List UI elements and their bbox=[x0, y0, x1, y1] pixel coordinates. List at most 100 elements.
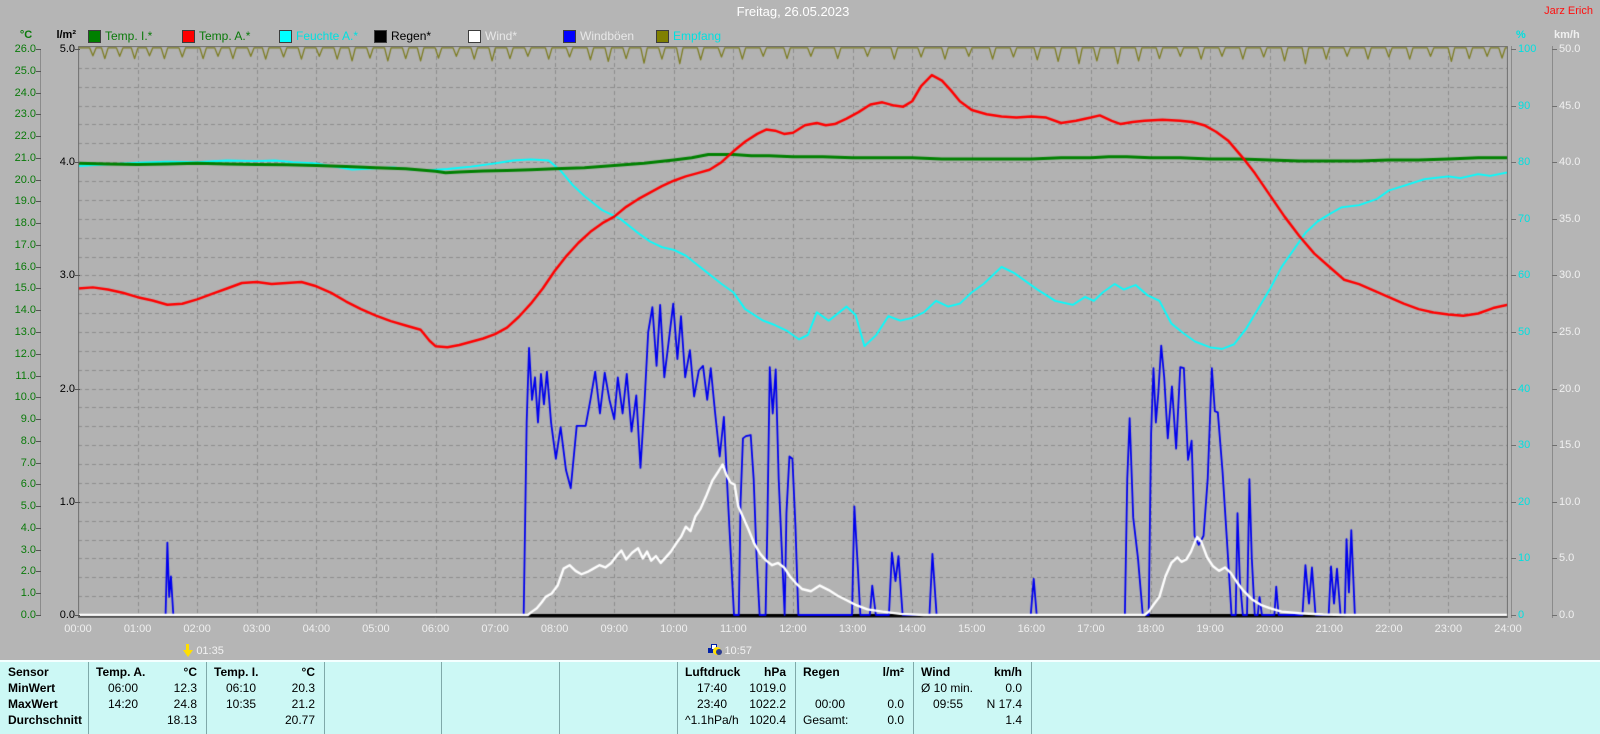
x-axis-hour-label: 06:00 bbox=[421, 623, 450, 635]
temp_c-tick bbox=[36, 419, 41, 421]
table-cell-value: 0.0 bbox=[1005, 681, 1022, 695]
temp_c-tick-label: 15.0 bbox=[14, 282, 36, 295]
humidity_pct-tick-label: 40 bbox=[1518, 382, 1531, 395]
table-column-header: Wind km/h bbox=[913, 664, 1031, 680]
table-column-header: Temp. A. °C bbox=[88, 664, 206, 680]
temp_c-tick bbox=[36, 288, 41, 290]
wind_kmh-tick-label: 20.0 bbox=[1559, 382, 1581, 395]
x-axis-hour-label: 15:00 bbox=[957, 623, 986, 635]
humidity_pct-tick bbox=[1511, 218, 1516, 220]
temp_c-tick bbox=[36, 70, 41, 72]
rain_lm2-tick-label: 0.0 bbox=[59, 609, 75, 621]
temp_c-tick bbox=[36, 332, 41, 333]
humidity_pct-tick-label: 20 bbox=[1518, 495, 1531, 508]
wind_kmh-tick bbox=[1552, 388, 1557, 390]
table-row-label: MinWert bbox=[8, 681, 56, 695]
temp_c-tick-label: 13.0 bbox=[14, 326, 36, 338]
x-axis-hour-label: 23:00 bbox=[1434, 623, 1463, 635]
table-column-header: Regen l/m² bbox=[795, 664, 913, 680]
temp_c-tick-label: 8.0 bbox=[20, 434, 36, 447]
table-row: 20.77 bbox=[206, 712, 324, 728]
weather-day-chart-window: { "window": { "title": "Freitag, 26.05.2… bbox=[0, 0, 1600, 734]
temp_c-tick-label: 11.0 bbox=[15, 369, 36, 382]
temp_c-tick bbox=[36, 615, 41, 616]
table-cell-time: 14:20 bbox=[108, 697, 139, 711]
moonset-marker-icon bbox=[182, 644, 194, 657]
wind_kmh-tick-label: 35.0 bbox=[1559, 212, 1581, 225]
table-column-unit: °C bbox=[183, 665, 197, 679]
wind_kmh-tick-label: 25.0 bbox=[1559, 326, 1581, 338]
temp_c-tick-label: 1.0 bbox=[20, 587, 36, 600]
humidity_pct-tick-label: 80 bbox=[1518, 156, 1531, 169]
wind_kmh-tick bbox=[1552, 105, 1557, 107]
humidity_pct-tick-label: 50 bbox=[1518, 326, 1531, 338]
rain_lm2-tick bbox=[75, 615, 80, 616]
table-column-name: Temp. A. bbox=[96, 665, 146, 679]
humidity_pct-tick-label: 10 bbox=[1518, 552, 1531, 565]
legend-label: Temp. A.* bbox=[199, 29, 251, 43]
table-column-header: Luftdruck hPa bbox=[677, 664, 795, 680]
temp_c-tick-label: 22.0 bbox=[14, 130, 36, 143]
table-cell-time: 09:55 bbox=[933, 697, 964, 711]
temp_c-tick-label: 19.0 bbox=[14, 195, 36, 208]
temp_c-tick-label: 26.0 bbox=[14, 43, 36, 55]
rain_lm2-tick-label: 5.0 bbox=[59, 43, 75, 55]
table-row-label: Durchschnitt bbox=[8, 713, 83, 727]
wind_kmh-tick bbox=[1552, 615, 1557, 616]
humidity_pct-tick-label: 0 bbox=[1518, 609, 1525, 621]
temp_c-tick bbox=[36, 506, 41, 508]
table-cell-value: 1020.4 bbox=[749, 713, 786, 727]
temp_c-tick-label: 21.0 bbox=[14, 151, 36, 164]
chart-plot-canvas bbox=[78, 46, 1508, 618]
legend-label: Windböen bbox=[580, 29, 635, 43]
temp_c-tick bbox=[36, 593, 41, 595]
table-row: 17:40 1019.0 bbox=[677, 680, 795, 696]
table-row: 1.4 bbox=[913, 712, 1031, 728]
temp_c-tick bbox=[36, 201, 41, 203]
x-axis-hour-label: 01:00 bbox=[123, 623, 152, 635]
table-cell-value: 1.4 bbox=[1005, 713, 1022, 727]
temp_c-tick bbox=[36, 353, 41, 355]
legend-swatch bbox=[374, 30, 387, 43]
humidity_pct-tick bbox=[1511, 162, 1516, 164]
temp_c-tick-label: 4.0 bbox=[20, 521, 36, 534]
table-cell-time: 23:40 bbox=[697, 697, 728, 711]
humidity_pct-tick-label: 70 bbox=[1518, 212, 1531, 225]
moonset-arrow-head bbox=[183, 650, 194, 657]
legend-swatch bbox=[468, 30, 481, 43]
table-column-separator bbox=[559, 662, 560, 734]
table-column-name: Temp. I. bbox=[214, 665, 259, 679]
temp_c-tick bbox=[36, 136, 41, 138]
x-axis-hour-label: 16:00 bbox=[1017, 623, 1046, 635]
table-cell-value: N 17.4 bbox=[986, 697, 1022, 711]
table-row: 14:20 24.8 bbox=[88, 696, 206, 712]
temp_c-tick bbox=[36, 244, 41, 246]
table-cell-value: 18.13 bbox=[166, 713, 197, 727]
wind_kmh-tick-label: 15.0 bbox=[1559, 439, 1581, 452]
table-column-unit: l/m² bbox=[882, 665, 904, 679]
x-axis-hour-label: 00:00 bbox=[64, 623, 92, 635]
humidity_pct-tick bbox=[1511, 615, 1516, 616]
temp_c-tick bbox=[36, 397, 41, 399]
wind_kmh-tick bbox=[1552, 162, 1557, 164]
table-row: ^1.1hPa/h 1020.4 bbox=[677, 712, 795, 728]
moonrise-moon bbox=[713, 647, 723, 655]
table-cell-value: 0.0 bbox=[887, 713, 904, 727]
table-row: 06:10 20.3 bbox=[206, 680, 324, 696]
legend-label: Wind* bbox=[485, 29, 518, 43]
humidity_pct-tick bbox=[1511, 49, 1516, 50]
wind_kmh-tick-label: 50.0 bbox=[1559, 43, 1581, 55]
temp_c-tick-label: 3.0 bbox=[20, 543, 36, 556]
table-cell-time: 17:40 bbox=[697, 681, 728, 695]
temp_c-tick bbox=[36, 114, 41, 116]
table-row: 00:00 0.0 bbox=[795, 696, 913, 712]
wind_kmh-tick-label: 5.0 bbox=[1559, 552, 1575, 565]
temp_c-tick-label: 25.0 bbox=[14, 64, 36, 77]
temp_c-tick-label: 0.0 bbox=[20, 609, 36, 621]
rain_lm2-tick bbox=[75, 49, 80, 50]
x-axis-hour-label: 12:00 bbox=[779, 623, 807, 635]
table-cell-value: 1022.2 bbox=[749, 697, 786, 711]
legend-swatch bbox=[656, 30, 669, 43]
temp_c-tick bbox=[36, 571, 41, 573]
wind_kmh-tick bbox=[1552, 501, 1557, 503]
